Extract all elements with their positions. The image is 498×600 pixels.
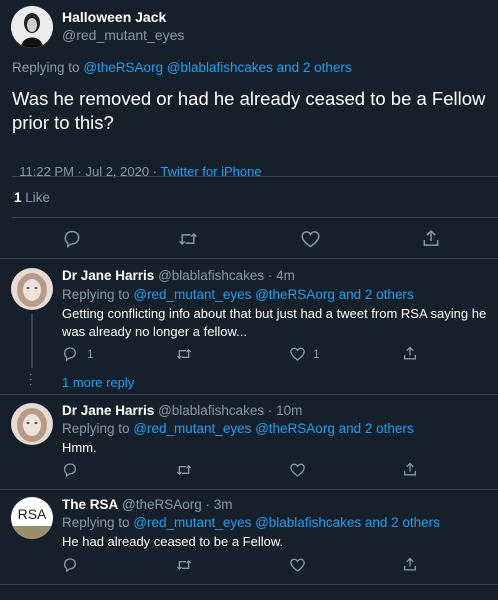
handle-time: @theRSAorg · 3m <box>122 497 233 512</box>
avatar[interactable] <box>11 268 53 310</box>
thread-ellipsis: · · · <box>29 369 33 390</box>
like-icon[interactable] <box>300 229 321 249</box>
avatar[interactable] <box>11 403 53 445</box>
retweet-icon[interactable] <box>177 229 199 249</box>
replying-prefix: Replying to <box>62 421 130 436</box>
author-name[interactable]: Halloween Jack <box>62 9 166 25</box>
retweet-icon[interactable] <box>175 462 193 478</box>
retweet-icon[interactable] <box>175 557 193 573</box>
divider <box>12 217 498 218</box>
share-icon[interactable] <box>421 228 441 249</box>
handle-time: @blablafishcakes · 4m <box>158 268 295 283</box>
like-count: 1 <box>14 190 22 205</box>
tweet-text: Was he removed or had he already ceased … <box>12 87 485 135</box>
thread-line <box>31 314 33 368</box>
like-icon[interactable] <box>289 557 306 573</box>
like-count: 1 <box>313 347 320 361</box>
divider <box>12 176 498 177</box>
reply-count: 1 <box>87 347 94 361</box>
divider <box>0 584 498 585</box>
more-replies-link[interactable]: 1 more reply <box>62 375 134 390</box>
reply-header[interactable]: The RSA @theRSAorg · 3m <box>62 497 233 512</box>
reply-icon[interactable] <box>62 462 78 478</box>
handle-time: @blablafishcakes · 10m <box>158 403 303 418</box>
reply-icon[interactable] <box>62 346 78 362</box>
tweet-meta: 11:22 PM · Jul 2, 2020 · Twitter for iPh… <box>12 149 261 179</box>
reply-header[interactable]: Dr Jane Harris @blablafishcakes · 10m <box>62 403 302 418</box>
replying-to: Replying to @red_mutant_eyes @theRSAorg … <box>62 287 414 302</box>
replying-prefix: Replying to <box>62 287 130 302</box>
reply-text: Hmm. <box>62 440 97 455</box>
reply-header[interactable]: Dr Jane Harris @blablafishcakes · 4m <box>62 268 295 283</box>
replying-to: Replying to @red_mutant_eyes @blablafish… <box>62 515 440 530</box>
avatar[interactable] <box>11 6 53 48</box>
replying-mentions[interactable]: @theRSAorg @blablafishcakes and 2 others <box>83 60 351 75</box>
reply-text-line: Getting conflicting info about that but … <box>62 306 487 321</box>
author-handle[interactable]: @red_mutant_eyes <box>62 27 184 43</box>
retweet-icon[interactable] <box>175 346 193 362</box>
author-name: Dr Jane Harris <box>62 268 155 283</box>
avatar[interactable]: RSA <box>11 497 53 539</box>
replying-mentions[interactable]: @red_mutant_eyes @blablafishcakes and 2 … <box>133 515 440 530</box>
author-name: Dr Jane Harris <box>62 403 155 418</box>
reply-icon[interactable] <box>62 557 78 573</box>
reply-icon[interactable] <box>62 229 82 249</box>
like-icon[interactable] <box>289 346 306 362</box>
replying-prefix: Replying to <box>12 60 80 75</box>
share-icon[interactable] <box>402 345 418 362</box>
reply-text: He had already ceased to be a Fellow. <box>62 534 284 549</box>
like-stat[interactable]: 1 Like <box>14 190 50 205</box>
divider <box>0 258 498 259</box>
reply-text: Getting conflicting info about that but … <box>62 305 486 341</box>
rsa-logo-text: RSA <box>17 506 47 522</box>
divider <box>0 394 498 395</box>
replying-prefix: Replying to <box>62 515 130 530</box>
divider <box>0 489 498 490</box>
tweet-text-line: prior to this? <box>12 112 114 133</box>
author-name: The RSA <box>62 497 119 512</box>
share-icon[interactable] <box>402 556 418 573</box>
share-icon[interactable] <box>402 461 418 478</box>
reply-text-line: was already no longer a fellow... <box>62 324 247 339</box>
replying-mentions[interactable]: @red_mutant_eyes @theRSAorg and 2 others <box>133 287 413 302</box>
replying-to: Replying to @theRSAorg @blablafishcakes … <box>12 60 352 75</box>
replying-mentions[interactable]: @red_mutant_eyes @theRSAorg and 2 others <box>133 421 413 436</box>
like-icon[interactable] <box>289 462 306 478</box>
like-label: Like <box>25 190 51 205</box>
replying-to: Replying to @red_mutant_eyes @theRSAorg … <box>62 421 414 436</box>
tweet-text-line: Was he removed or had he already ceased … <box>12 88 486 109</box>
